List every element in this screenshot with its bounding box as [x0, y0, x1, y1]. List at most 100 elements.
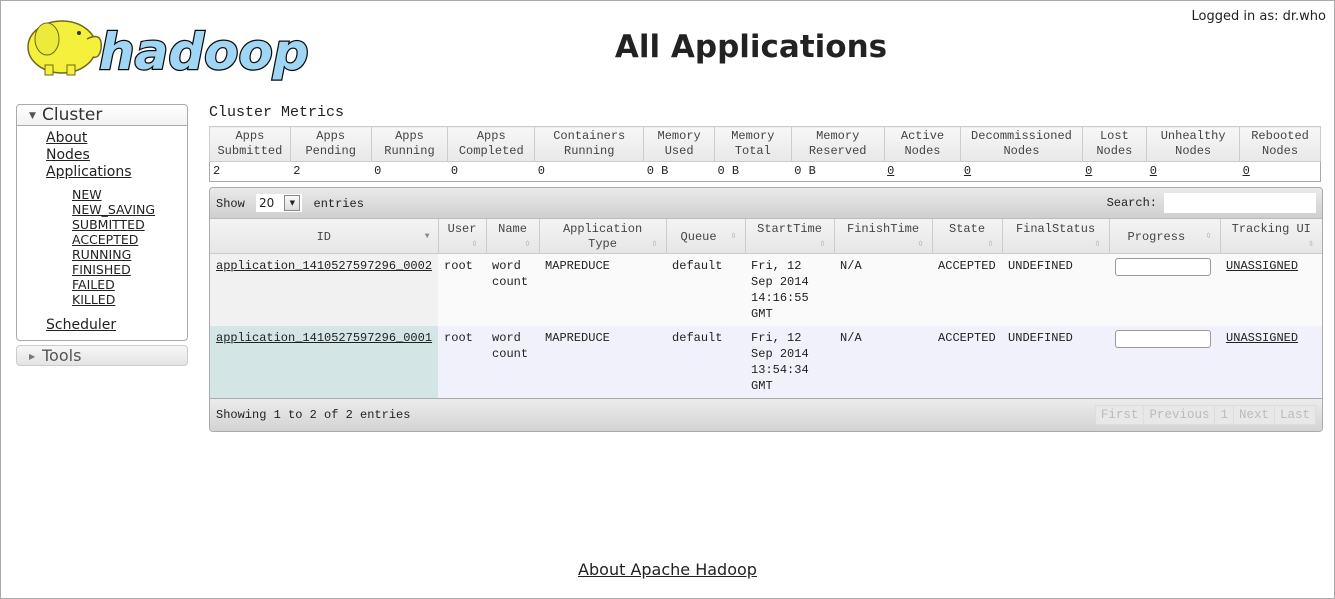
metric-header-line: Unhealthy [1160, 129, 1226, 143]
metric-header-line: Completed [458, 144, 524, 158]
column-header-user[interactable]: User ⇳ [438, 219, 487, 254]
metric-header-line: Running [384, 144, 435, 158]
metric-header-line: Nodes [904, 144, 941, 158]
cluster-section: ▼ Cluster About Nodes Applications NEW NE… [16, 104, 188, 341]
cluster-metrics-title: Cluster Metrics [209, 104, 345, 121]
search-input[interactable] [1164, 193, 1316, 213]
pager-previous-button[interactable]: Previous [1143, 404, 1216, 425]
cell-id: application_1410527597296_0002 [210, 253, 439, 326]
sidebar-link-new-saving[interactable]: NEW_SAVING [72, 202, 187, 217]
sort-icon: ⇳ [471, 238, 478, 250]
metric-value-cell: 0 B [643, 161, 715, 182]
sort-icon: ⇳ [1205, 231, 1212, 242]
metric-header-line: Reserved [808, 144, 867, 158]
cluster-metrics-table: Apps Submitted Apps Pending Apps Running Apps C… [209, 126, 1321, 182]
column-header-tracking-ui[interactable]: Tracking UI ⇳ [1220, 219, 1322, 254]
pagination: First Previous 1 Next Last [1094, 404, 1316, 425]
tracking-ui-link[interactable]: UNASSIGNED [1226, 259, 1298, 273]
sidebar-link-running[interactable]: RUNNING [72, 247, 187, 262]
column-header-progress[interactable]: Progress ⇳ [1109, 219, 1221, 254]
metric-value-link[interactable]: 0 [887, 164, 894, 178]
sidebar-nav: ▼ Cluster About Nodes Applications NEW NE… [16, 104, 188, 366]
applications-datatable: Show 20 ▼ entries Search: ID ▼ User ⇳ Name… [209, 187, 1323, 432]
datatable-toolbar: Show 20 ▼ entries Search: [210, 188, 1322, 219]
pager-next-button[interactable]: Next [1232, 404, 1275, 425]
sidebar-link-nodes[interactable]: Nodes [46, 147, 187, 164]
metric-value-cell: 0 [534, 161, 644, 182]
pager-last-button[interactable]: Last [1273, 404, 1316, 425]
metric-header: Memory Total [713, 126, 792, 162]
metric-header-line: Active [900, 129, 945, 143]
metric-value: 0 B [646, 164, 669, 178]
metric-value: 0 [537, 164, 545, 178]
metric-header-line: Pending [305, 144, 356, 158]
metric-value-cell: 0 [1082, 161, 1147, 182]
column-header-finishtime[interactable]: FinishTime ⇳ [834, 219, 933, 254]
metric-value: 2 [213, 164, 221, 178]
tracking-ui-link[interactable]: UNASSIGNED [1226, 331, 1298, 345]
sort-icon: ⇳ [819, 238, 826, 250]
cell-starttime: Fri, 12 Sep 2014 14:16:55 GMT [745, 253, 835, 326]
sidebar-link-submitted[interactable]: SUBMITTED [72, 217, 187, 232]
sidebar-link-scheduler[interactable]: Scheduler [46, 317, 187, 334]
metric-header-line: Memory [816, 129, 860, 143]
about-apache-hadoop-link[interactable]: About Apache Hadoop [578, 560, 757, 579]
sort-icon: ⇳ [730, 231, 737, 242]
metric-value-link[interactable]: 0 [1150, 164, 1157, 178]
metric-header: Unhealthy Nodes [1146, 126, 1241, 162]
sidebar-link-finished[interactable]: FINISHED [72, 262, 187, 277]
metric-header-line: Nodes [1262, 144, 1299, 158]
pager-first-button[interactable]: First [1094, 404, 1145, 425]
column-header-state[interactable]: State ⇳ [932, 219, 1003, 254]
metric-value-link[interactable]: 0 [1085, 164, 1092, 178]
sidebar-link-killed[interactable]: KILLED [72, 292, 187, 307]
metric-header-line: Memory [657, 129, 701, 143]
column-header-starttime[interactable]: StartTime ⇳ [745, 219, 835, 254]
sidebar-link-failed[interactable]: FAILED [72, 277, 187, 292]
cell-id: application_1410527597296_0001 [210, 325, 439, 398]
column-header-name[interactable]: Name ⇳ [486, 219, 540, 254]
cell-name: word count [486, 325, 540, 398]
metric-header-line: Decommissioned [971, 129, 1072, 143]
metric-header-line: Submitted [217, 144, 283, 158]
metric-header: Rebooted Nodes [1239, 126, 1321, 162]
metric-value-cell: 2 [290, 161, 372, 182]
entries-label: entries [313, 197, 364, 211]
metric-header-line: Rebooted [1251, 129, 1309, 143]
pager-page-1[interactable]: 1 [1214, 404, 1234, 425]
sidebar-link-new[interactable]: NEW [72, 187, 187, 202]
tools-section-header[interactable]: ▶ Tools [16, 345, 188, 366]
metric-value-link[interactable]: 0 [964, 164, 971, 178]
sidebar-link-about[interactable]: About [46, 130, 187, 147]
sort-icon: ⇳ [917, 238, 924, 250]
cell-type: MAPREDUCE [539, 253, 667, 326]
table-row: application_1410527597296_0001 root word… [210, 325, 1322, 398]
column-header-id[interactable]: ID ▼ [210, 219, 439, 254]
metric-header: Apps Running [370, 126, 449, 162]
sort-icon: ⇳ [524, 238, 531, 250]
sort-icon: ⇳ [1094, 238, 1101, 250]
cell-type: MAPREDUCE [539, 325, 667, 398]
cell-queue: default [666, 253, 746, 326]
show-label: Show [216, 197, 245, 211]
logged-in-status: Logged in as: dr.who [1191, 9, 1326, 24]
column-header-application-type[interactable]: Application Type ⇳ [539, 219, 667, 254]
cell-queue: default [666, 325, 746, 398]
cluster-label: Cluster [42, 105, 103, 125]
cell-user: root [438, 253, 487, 326]
sidebar-link-accepted[interactable]: ACCEPTED [72, 232, 187, 247]
metric-value-link[interactable]: 0 [1243, 164, 1250, 178]
column-header-queue[interactable]: Queue ⇳ [666, 219, 746, 254]
application-id-link[interactable]: application_1410527597296_0002 [216, 259, 432, 273]
hadoop-logo: hadoop [17, 9, 317, 82]
sidebar-link-applications[interactable]: Applications [46, 164, 187, 181]
sort-desc-icon: ▼ [424, 232, 430, 241]
cell-finishtime: N/A [834, 325, 933, 398]
application-id-link[interactable]: application_1410527597296_0001 [216, 331, 432, 345]
cluster-section-header[interactable]: ▼ Cluster [17, 105, 187, 126]
metric-header: Active Nodes [883, 126, 962, 162]
progress-bar [1115, 257, 1212, 276]
metric-header-line: Apps [235, 129, 265, 143]
column-header-finalstatus[interactable]: FinalStatus ⇳ [1002, 219, 1110, 254]
page-size-select[interactable]: 20 ▼ [256, 194, 303, 212]
